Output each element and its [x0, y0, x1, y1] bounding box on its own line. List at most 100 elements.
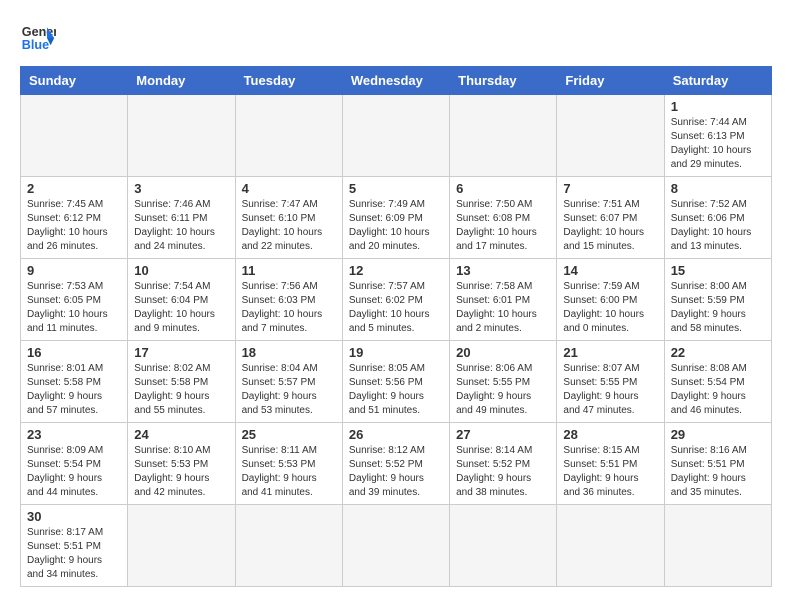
day-info: Sunrise: 7:53 AM Sunset: 6:05 PM Dayligh…	[27, 280, 121, 336]
calendar-cell: 4Sunrise: 7:47 AM Sunset: 6:10 PM Daylig…	[235, 177, 342, 259]
calendar-cell	[235, 505, 342, 587]
day-header-monday: Monday	[128, 67, 235, 95]
day-info: Sunrise: 8:06 AM Sunset: 5:55 PM Dayligh…	[456, 362, 550, 418]
calendar-cell	[235, 95, 342, 177]
week-row-1: 1Sunrise: 7:44 AM Sunset: 6:13 PM Daylig…	[21, 95, 772, 177]
day-number: 13	[456, 263, 550, 278]
day-info: Sunrise: 7:49 AM Sunset: 6:09 PM Dayligh…	[349, 198, 443, 254]
day-info: Sunrise: 8:11 AM Sunset: 5:53 PM Dayligh…	[242, 444, 336, 500]
calendar-cell: 14Sunrise: 7:59 AM Sunset: 6:00 PM Dayli…	[557, 259, 664, 341]
calendar-cell: 26 Sunrise: 8:12 AM Sunset: 5:52 PM Dayli…	[342, 423, 449, 505]
calendar-cell	[342, 505, 449, 587]
day-header-tuesday: Tuesday	[235, 67, 342, 95]
day-info: Sunrise: 8:14 AM Sunset: 5:52 PM Dayligh…	[456, 444, 550, 500]
day-info: Sunrise: 8:07 AM Sunset: 5:55 PM Dayligh…	[563, 362, 657, 418]
day-number: 3	[134, 181, 228, 196]
day-number: 24	[134, 427, 228, 442]
calendar-cell: 11 Sunrise: 7:56 AM Sunset: 6:03 PM Dayli…	[235, 259, 342, 341]
day-header-friday: Friday	[557, 67, 664, 95]
calendar-cell: 12 Sunrise: 7:57 AM Sunset: 6:02 PM Dayli…	[342, 259, 449, 341]
day-info: Sunrise: 8:15 AM Sunset: 5:51 PM Dayligh…	[563, 444, 657, 500]
calendar-cell: 3 Sunrise: 7:46 AM Sunset: 6:11 PM Daylig…	[128, 177, 235, 259]
calendar-cell: 19 Sunrise: 8:05 AM Sunset: 5:56 PM Dayli…	[342, 341, 449, 423]
calendar-cell: 13 Sunrise: 7:58 AM Sunset: 6:01 PM Dayli…	[450, 259, 557, 341]
day-number: 26	[349, 427, 443, 442]
day-header-sunday: Sunday	[21, 67, 128, 95]
calendar-cell: 17Sunrise: 8:02 AM Sunset: 5:58 PM Dayli…	[128, 341, 235, 423]
week-row-5: 23 Sunrise: 8:09 AM Sunset: 5:54 PM Dayli…	[21, 423, 772, 505]
day-info: Sunrise: 7:58 AM Sunset: 6:01 PM Dayligh…	[456, 280, 550, 336]
week-row-4: 16Sunrise: 8:01 AM Sunset: 5:58 PM Dayli…	[21, 341, 772, 423]
calendar-body: 1Sunrise: 7:44 AM Sunset: 6:13 PM Daylig…	[21, 95, 772, 587]
calendar-header: SundayMondayTuesdayWednesdayThursdayFrid…	[21, 67, 772, 95]
day-info: Sunrise: 7:54 AM Sunset: 6:04 PM Dayligh…	[134, 280, 228, 336]
day-number: 20	[456, 345, 550, 360]
calendar-cell: 2Sunrise: 7:45 AM Sunset: 6:12 PM Daylig…	[21, 177, 128, 259]
calendar-cell: 30Sunrise: 8:17 AM Sunset: 5:51 PM Dayli…	[21, 505, 128, 587]
day-number: 22	[671, 345, 765, 360]
day-number: 11	[242, 263, 336, 278]
day-header-wednesday: Wednesday	[342, 67, 449, 95]
calendar-cell	[21, 95, 128, 177]
calendar-cell: 23 Sunrise: 8:09 AM Sunset: 5:54 PM Dayli…	[21, 423, 128, 505]
day-info: Sunrise: 7:50 AM Sunset: 6:08 PM Dayligh…	[456, 198, 550, 254]
logo-icon: General Blue	[20, 20, 56, 56]
day-number: 27	[456, 427, 550, 442]
day-number: 8	[671, 181, 765, 196]
day-number: 10	[134, 263, 228, 278]
day-header-saturday: Saturday	[664, 67, 771, 95]
week-row-6: 30Sunrise: 8:17 AM Sunset: 5:51 PM Dayli…	[21, 505, 772, 587]
day-number: 12	[349, 263, 443, 278]
calendar: SundayMondayTuesdayWednesdayThursdayFrid…	[20, 66, 772, 587]
calendar-cell: 9 Sunrise: 7:53 AM Sunset: 6:05 PM Daylig…	[21, 259, 128, 341]
day-number: 5	[349, 181, 443, 196]
calendar-cell: 24Sunrise: 8:10 AM Sunset: 5:53 PM Dayli…	[128, 423, 235, 505]
calendar-cell: 25 Sunrise: 8:11 AM Sunset: 5:53 PM Dayli…	[235, 423, 342, 505]
week-row-3: 9 Sunrise: 7:53 AM Sunset: 6:05 PM Daylig…	[21, 259, 772, 341]
header: General Blue	[20, 20, 772, 56]
day-number: 9	[27, 263, 121, 278]
day-number: 28	[563, 427, 657, 442]
header-row: SundayMondayTuesdayWednesdayThursdayFrid…	[21, 67, 772, 95]
day-number: 4	[242, 181, 336, 196]
calendar-cell: 18 Sunrise: 8:04 AM Sunset: 5:57 PM Dayli…	[235, 341, 342, 423]
day-number: 19	[349, 345, 443, 360]
calendar-cell	[557, 95, 664, 177]
day-number: 2	[27, 181, 121, 196]
day-info: Sunrise: 7:51 AM Sunset: 6:07 PM Dayligh…	[563, 198, 657, 254]
day-header-thursday: Thursday	[450, 67, 557, 95]
calendar-cell: 8 Sunrise: 7:52 AM Sunset: 6:06 PM Daylig…	[664, 177, 771, 259]
calendar-cell	[128, 95, 235, 177]
calendar-cell: 28 Sunrise: 8:15 AM Sunset: 5:51 PM Dayli…	[557, 423, 664, 505]
calendar-cell	[557, 505, 664, 587]
day-number: 6	[456, 181, 550, 196]
day-info: Sunrise: 8:05 AM Sunset: 5:56 PM Dayligh…	[349, 362, 443, 418]
day-info: Sunrise: 7:44 AM Sunset: 6:13 PM Dayligh…	[671, 116, 765, 172]
calendar-cell: 21Sunrise: 8:07 AM Sunset: 5:55 PM Dayli…	[557, 341, 664, 423]
calendar-cell: 10 Sunrise: 7:54 AM Sunset: 6:04 PM Dayli…	[128, 259, 235, 341]
day-number: 30	[27, 509, 121, 524]
calendar-cell: 7Sunrise: 7:51 AM Sunset: 6:07 PM Daylig…	[557, 177, 664, 259]
week-row-2: 2Sunrise: 7:45 AM Sunset: 6:12 PM Daylig…	[21, 177, 772, 259]
day-info: Sunrise: 7:57 AM Sunset: 6:02 PM Dayligh…	[349, 280, 443, 336]
day-number: 17	[134, 345, 228, 360]
day-info: Sunrise: 8:16 AM Sunset: 5:51 PM Dayligh…	[671, 444, 765, 500]
day-number: 16	[27, 345, 121, 360]
day-number: 18	[242, 345, 336, 360]
calendar-cell: 20 Sunrise: 8:06 AM Sunset: 5:55 PM Dayli…	[450, 341, 557, 423]
calendar-cell	[450, 505, 557, 587]
calendar-cell: 1Sunrise: 7:44 AM Sunset: 6:13 PM Daylig…	[664, 95, 771, 177]
svg-text:Blue: Blue	[22, 38, 49, 52]
day-info: Sunrise: 8:09 AM Sunset: 5:54 PM Dayligh…	[27, 444, 121, 500]
day-info: Sunrise: 8:12 AM Sunset: 5:52 PM Dayligh…	[349, 444, 443, 500]
day-number: 25	[242, 427, 336, 442]
day-info: Sunrise: 7:56 AM Sunset: 6:03 PM Dayligh…	[242, 280, 336, 336]
calendar-cell: 29Sunrise: 8:16 AM Sunset: 5:51 PM Dayli…	[664, 423, 771, 505]
day-number: 23	[27, 427, 121, 442]
day-info: Sunrise: 7:52 AM Sunset: 6:06 PM Dayligh…	[671, 198, 765, 254]
calendar-cell: 27 Sunrise: 8:14 AM Sunset: 5:52 PM Dayli…	[450, 423, 557, 505]
day-info: Sunrise: 8:04 AM Sunset: 5:57 PM Dayligh…	[242, 362, 336, 418]
calendar-cell	[450, 95, 557, 177]
calendar-cell: 15Sunrise: 8:00 AM Sunset: 5:59 PM Dayli…	[664, 259, 771, 341]
day-info: Sunrise: 7:46 AM Sunset: 6:11 PM Dayligh…	[134, 198, 228, 254]
